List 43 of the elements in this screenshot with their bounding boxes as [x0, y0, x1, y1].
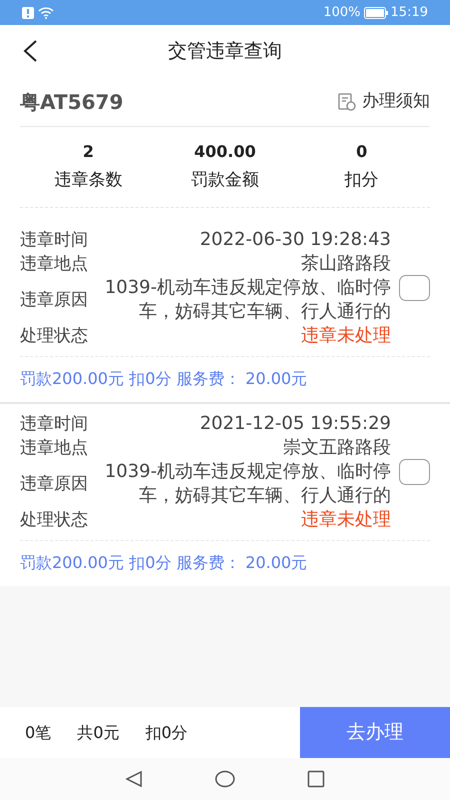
document-icon: [338, 93, 356, 111]
summary-label: 扣分: [344, 169, 379, 192]
summary-value: 400.00: [194, 141, 256, 164]
notice-link[interactable]: 办理须知: [362, 89, 430, 115]
select-checkbox[interactable]: [399, 459, 430, 485]
wifi-icon: [38, 6, 54, 18]
selected-count: 0笔: [25, 722, 52, 744]
fee-summary: 罚款200.00元 扣0分 服务费： 20.00元: [20, 552, 308, 574]
summary-value: 2: [82, 141, 94, 164]
notification-icon: [22, 6, 34, 18]
page-title: 交管违章查询: [168, 39, 282, 64]
field-label: 违章时间: [20, 229, 89, 252]
field-value: 1039-机动车违反规定停放、临时停车，妨碍其它车辆、行人通行的: [104, 276, 391, 324]
field-label: 处理状态: [20, 325, 89, 348]
back-icon[interactable]: [22, 40, 38, 62]
field-label: 处理状态: [20, 509, 89, 532]
field-label: 违章时间: [20, 413, 89, 436]
summary-value: 0: [356, 141, 368, 164]
field-value: 崇文五路路段: [282, 436, 391, 460]
summary-label: 违章条数: [54, 169, 122, 192]
field-value: 2022-06-30 19:28:43: [198, 228, 391, 252]
field-label: 违章地点: [20, 437, 89, 460]
clock: 15:19: [390, 4, 428, 22]
battery-icon: [364, 6, 388, 18]
status-value: 违章未处理: [300, 508, 391, 532]
home-nav-icon[interactable]: [215, 770, 235, 788]
fee-summary: 罚款200.00元 扣0分 服务费： 20.00元: [20, 368, 308, 390]
field-label: 违章原因: [20, 473, 89, 496]
status-value: 违章未处理: [300, 324, 391, 348]
recents-nav-icon[interactable]: [307, 770, 325, 788]
back-nav-icon[interactable]: [125, 770, 143, 788]
field-value: 1039-机动车违反规定停放、临时停车，妨碍其它车辆、行人通行的: [104, 460, 391, 508]
field-label: 违章原因: [20, 289, 89, 312]
selected-total: 共0元: [77, 722, 120, 744]
battery-percent: 100%: [323, 4, 361, 22]
field-label: 违章地点: [20, 253, 89, 276]
process-button[interactable]: 去办理: [300, 707, 450, 758]
plate-number: 粤AT5679: [20, 89, 124, 116]
selected-points: 扣0分: [145, 722, 188, 744]
select-checkbox[interactable]: [399, 275, 430, 301]
field-value: 2021-12-05 19:55:29: [198, 412, 391, 436]
field-value: 茶山路路段: [300, 252, 391, 276]
summary-label: 罚款金额: [190, 169, 259, 192]
